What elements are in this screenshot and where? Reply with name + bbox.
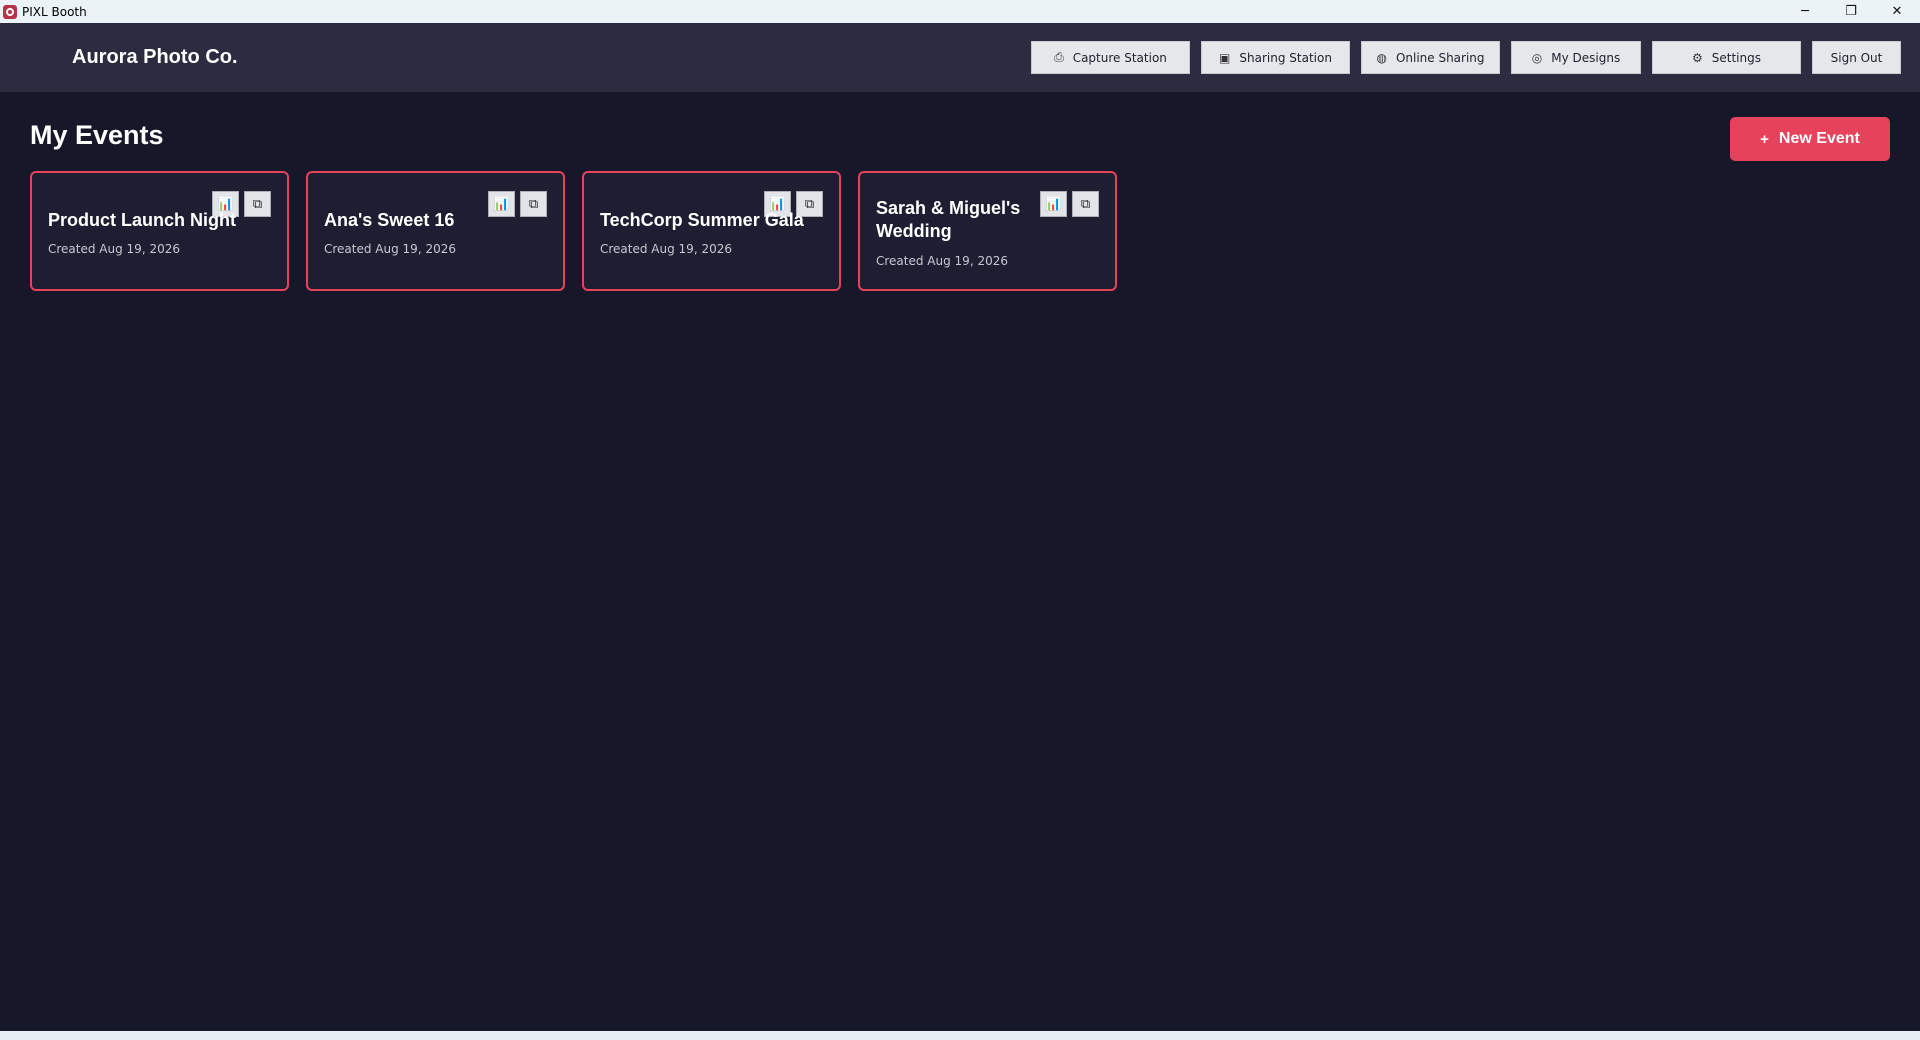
event-name: Ana's Sweet 16 — [324, 210, 455, 230]
new-event-button[interactable]: + New Event — [1730, 117, 1890, 161]
globe-icon: ◍ — [1376, 50, 1387, 65]
nav-label: My Designs — [1551, 50, 1621, 65]
close-button[interactable]: ✕ — [1874, 0, 1920, 23]
sign-out-button[interactable]: Sign Out — [1812, 41, 1901, 74]
nav-label: Sharing Station — [1239, 50, 1332, 65]
palette-icon: ◎ — [1531, 50, 1543, 65]
event-created-date: Created Aug 19, 2026 — [324, 242, 456, 256]
taskbar-edge — [0, 1031, 1920, 1040]
nav-label: Settings — [1711, 50, 1761, 65]
event-list: 📊 ⧉ Product Launch Night Created Aug 19,… — [30, 171, 1134, 291]
brand-name: Aurora Photo Co. — [72, 46, 238, 68]
top-nav: ⎙ Capture Station ▣ Sharing Station ◍ On… — [1020, 41, 1901, 74]
event-card[interactable]: 📊 ⧉ Sarah & Miguel's Wedding Created Aug… — [858, 171, 1117, 291]
event-name: TechCorp Summer Gala — [600, 210, 804, 230]
window-controls: ─ ❐ ✕ — [1782, 0, 1920, 23]
event-card[interactable]: 📊 ⧉ TechCorp Summer Gala Created Aug 19,… — [582, 171, 841, 291]
window-title: PIXL Booth — [22, 4, 87, 19]
capture-station-button[interactable]: ⎙ Capture Station — [1031, 41, 1190, 74]
online-sharing-button[interactable]: ◍ Online Sharing — [1361, 41, 1500, 74]
event-card[interactable]: 📊 ⧉ Product Launch Night Created Aug 19,… — [30, 171, 289, 291]
settings-button[interactable]: ⚙ Settings — [1652, 41, 1801, 74]
image-icon: ▣ — [1219, 50, 1231, 65]
page-title: My Events — [30, 120, 164, 150]
new-event-label: New Event — [1778, 130, 1860, 147]
nav-label: Capture Station — [1072, 50, 1167, 65]
app-header: Aurora Photo Co. ⎙ Capture Station ▣ Sha… — [0, 23, 1920, 92]
camera-icon: ⎙ — [1054, 50, 1064, 64]
plus-icon: + — [1760, 130, 1769, 148]
event-name: Sarah & Miguel's Wedding — [876, 198, 1021, 241]
nav-label: Online Sharing — [1395, 50, 1485, 65]
minimize-button[interactable]: ─ — [1782, 0, 1828, 23]
nav-label: Sign Out — [1830, 50, 1883, 65]
event-created-date: Created Aug 19, 2026 — [600, 242, 732, 256]
duplicate-icon[interactable]: ⧉ — [1072, 191, 1099, 217]
event-name: Product Launch Night — [48, 210, 236, 230]
sharing-station-button[interactable]: ▣ Sharing Station — [1201, 41, 1350, 74]
my-designs-button[interactable]: ◎ My Designs — [1511, 41, 1641, 74]
event-created-date: Created Aug 19, 2026 — [48, 242, 180, 256]
restore-button[interactable]: ❐ — [1828, 0, 1874, 23]
event-created-date: Created Aug 19, 2026 — [876, 254, 1008, 268]
gear-icon: ⚙ — [1692, 50, 1703, 65]
window-titlebar: PIXL Booth ─ ❐ ✕ — [0, 0, 1920, 23]
app-logo-icon — [3, 4, 17, 19]
event-card[interactable]: 📊 ⧉ Ana's Sweet 16 Created Aug 19, 2026 — [306, 171, 565, 291]
